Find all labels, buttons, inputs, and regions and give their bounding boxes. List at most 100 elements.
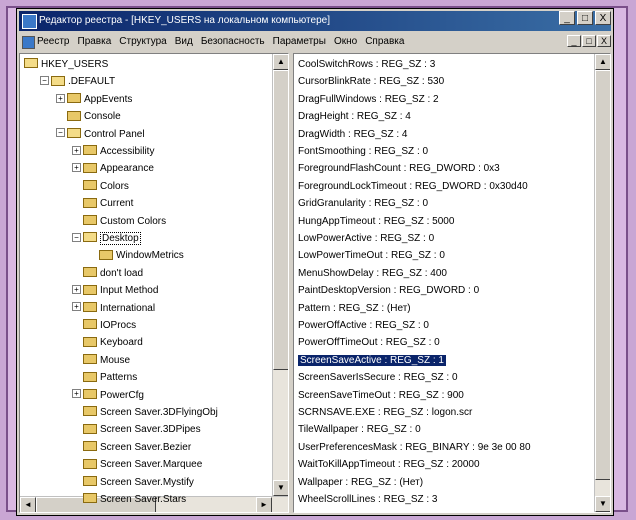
value-row[interactable]: MenuShowDelay : REG_SZ : 400: [298, 265, 447, 282]
value-row[interactable]: SCRNSAVE.EXE : REG_SZ : logon.scr: [298, 404, 472, 421]
maximize-button[interactable]: □: [577, 11, 593, 25]
minimize-button[interactable]: _: [559, 11, 575, 25]
tree-item[interactable]: − Control Panel: [56, 126, 145, 143]
value-row[interactable]: ForegroundLockTimeout : REG_DWORD : 0x30…: [298, 178, 528, 195]
expand-icon[interactable]: +: [56, 93, 65, 103]
menu-item[interactable]: Структура: [119, 33, 166, 51]
scroll-down-button[interactable]: ▼: [273, 480, 288, 496]
value-row[interactable]: CursorBlinkRate : REG_SZ : 530: [298, 73, 444, 90]
tree-item[interactable]: Screen Saver.Stars: [72, 491, 186, 508]
value-row[interactable]: PaintDesktopVersion : REG_DWORD : 0: [298, 282, 479, 299]
value-row[interactable]: DragFullWindows : REG_SZ : 2: [298, 91, 439, 108]
tree-item[interactable]: Screen Saver.3DFlyingObj: [72, 404, 218, 421]
menu-item[interactable]: Безопасность: [201, 33, 265, 51]
scroll-left-button[interactable]: ◄: [20, 497, 36, 512]
tree-item[interactable]: Mouse: [72, 352, 130, 369]
tree-item[interactable]: + International: [72, 300, 155, 317]
tree-item[interactable]: − .DEFAULT: [40, 73, 115, 90]
menu-item[interactable]: Правка: [78, 33, 112, 51]
folder-icon: [83, 301, 97, 312]
value-row[interactable]: PowerOffActive : REG_SZ : 0: [298, 317, 429, 334]
folder-icon: [83, 406, 97, 417]
collapse-icon[interactable]: −: [40, 76, 49, 86]
value-row[interactable]: DragHeight : REG_SZ : 4: [298, 108, 411, 125]
child-maximize-button[interactable]: □: [582, 35, 596, 47]
value-row[interactable]: ForegroundFlashCount : REG_DWORD : 0x3: [298, 160, 500, 177]
folder-icon: [83, 284, 97, 295]
tree-item[interactable]: Keyboard: [72, 334, 143, 351]
value-text: ScreenSaveTimeOut : REG_SZ : 900: [298, 389, 464, 401]
collapse-icon[interactable]: −: [56, 128, 65, 138]
values-scroll-thumb[interactable]: [595, 70, 610, 480]
value-row[interactable]: Pattern : REG_SZ : (Нет): [298, 300, 411, 317]
value-row[interactable]: ScreenSaverIsSecure : REG_SZ : 0: [298, 369, 458, 386]
value-row[interactable]: UserPreferencesMask : REG_BINARY : 9e 3e…: [298, 439, 531, 456]
value-row[interactable]: TileWallpaper : REG_SZ : 0: [298, 421, 421, 438]
close-button[interactable]: X: [595, 11, 611, 25]
values-vertical-scrollbar[interactable]: ▲ ▼: [594, 54, 610, 512]
tree-item[interactable]: + AppEvents: [56, 91, 132, 108]
tree-vertical-scrollbar[interactable]: ▲ ▼: [272, 54, 288, 496]
value-row[interactable]: PowerOffTimeOut : REG_SZ : 0: [298, 334, 440, 351]
values-scroll-down-button[interactable]: ▼: [595, 496, 610, 512]
value-row[interactable]: HungAppTimeout : REG_SZ : 5000: [298, 213, 454, 230]
value-row[interactable]: ScreenSaveTimeOut : REG_SZ : 900: [298, 387, 464, 404]
tree-item[interactable]: WindowMetrics: [88, 247, 184, 264]
child-close-button[interactable]: X: [597, 35, 611, 47]
tree-item[interactable]: don't load: [72, 265, 143, 282]
tree-item[interactable]: Colors: [72, 178, 129, 195]
tree-item[interactable]: Custom Colors: [72, 213, 166, 230]
menu-item[interactable]: Вид: [175, 33, 193, 51]
folder-icon: [83, 354, 97, 365]
tree-item[interactable]: + Input Method: [72, 282, 158, 299]
key-tree-pane[interactable]: ▲ ▼ ◄ ► HKEY_USERS − .DEFAULT + AppEvents Con…: [19, 53, 289, 513]
tree-item[interactable]: Screen Saver.Bezier: [72, 439, 191, 456]
value-row[interactable]: DragWidth : REG_SZ : 4: [298, 126, 407, 143]
tree-item-label: International: [100, 302, 156, 314]
child-minimize-button[interactable]: _: [567, 35, 581, 47]
tree-item[interactable]: IOProcs: [72, 317, 136, 334]
collapse-icon[interactable]: −: [72, 232, 81, 242]
tree-item[interactable]: Screen Saver.Marquee: [72, 456, 202, 473]
expand-icon[interactable]: +: [72, 163, 81, 173]
tree-item[interactable]: + PowerCfg: [72, 387, 144, 404]
registry-editor-window: Редактор реестра - [HKEY_USERS на локаль…: [16, 8, 614, 516]
value-text: ScreenSaverIsSecure : REG_SZ : 0: [298, 372, 458, 384]
scroll-thumb[interactable]: [273, 70, 288, 370]
menu-item[interactable]: Реестр: [37, 33, 70, 51]
value-row[interactable]: CoolSwitchRows : REG_SZ : 3: [298, 56, 435, 73]
tree-item[interactable]: Patterns: [72, 369, 137, 386]
value-row[interactable]: LowPowerActive : REG_SZ : 0: [298, 230, 434, 247]
tree-item[interactable]: + Appearance: [72, 160, 154, 177]
tree-item[interactable]: Current: [72, 195, 133, 212]
menu-item[interactable]: Параметры: [273, 33, 326, 51]
values-pane[interactable]: ▲ ▼ CoolSwitchRows : REG_SZ : 3 CursorBli…: [293, 53, 611, 513]
value-row[interactable]: GridGranularity : REG_SZ : 0: [298, 195, 428, 212]
expand-icon[interactable]: +: [72, 389, 81, 399]
tree-item[interactable]: Screen Saver.3DPipes: [72, 421, 201, 438]
expand-icon[interactable]: +: [72, 145, 81, 155]
expand-icon[interactable]: +: [72, 285, 81, 295]
expand-icon[interactable]: +: [72, 302, 81, 312]
value-row[interactable]: ScreenSaveActive : REG_SZ : 1: [298, 352, 446, 369]
tree-item[interactable]: + Accessibility: [72, 143, 154, 160]
document-icon[interactable]: [22, 36, 35, 49]
values-scroll-up-button[interactable]: ▲: [595, 54, 610, 70]
value-text: PowerOffActive : REG_SZ : 0: [298, 320, 429, 331]
tree-item[interactable]: Console: [56, 108, 121, 125]
title-bar[interactable]: Редактор реестра - [HKEY_USERS на локаль…: [19, 11, 611, 31]
menu-item[interactable]: Окно: [334, 33, 357, 51]
menu-item[interactable]: Справка: [365, 33, 404, 51]
value-row[interactable]: WaitToKillAppTimeout : REG_SZ : 20000: [298, 456, 480, 473]
value-row[interactable]: Wallpaper : REG_SZ : (Нет): [298, 474, 423, 491]
value-row[interactable]: WheelScrollLines : REG_SZ : 3: [298, 491, 438, 508]
tree-item[interactable]: HKEY_USERS: [24, 56, 108, 73]
folder-icon: [83, 423, 97, 434]
scroll-up-button[interactable]: ▲: [273, 54, 288, 70]
value-row[interactable]: FontSmoothing : REG_SZ : 0: [298, 143, 428, 160]
value-row[interactable]: LowPowerTimeOut : REG_SZ : 0: [298, 247, 445, 264]
tree-item-label: Console: [84, 111, 121, 123]
tree-item[interactable]: − Desktop: [72, 230, 141, 247]
tree-item[interactable]: Screen Saver.Mystify: [72, 474, 194, 491]
scroll-right-button[interactable]: ►: [256, 497, 272, 512]
